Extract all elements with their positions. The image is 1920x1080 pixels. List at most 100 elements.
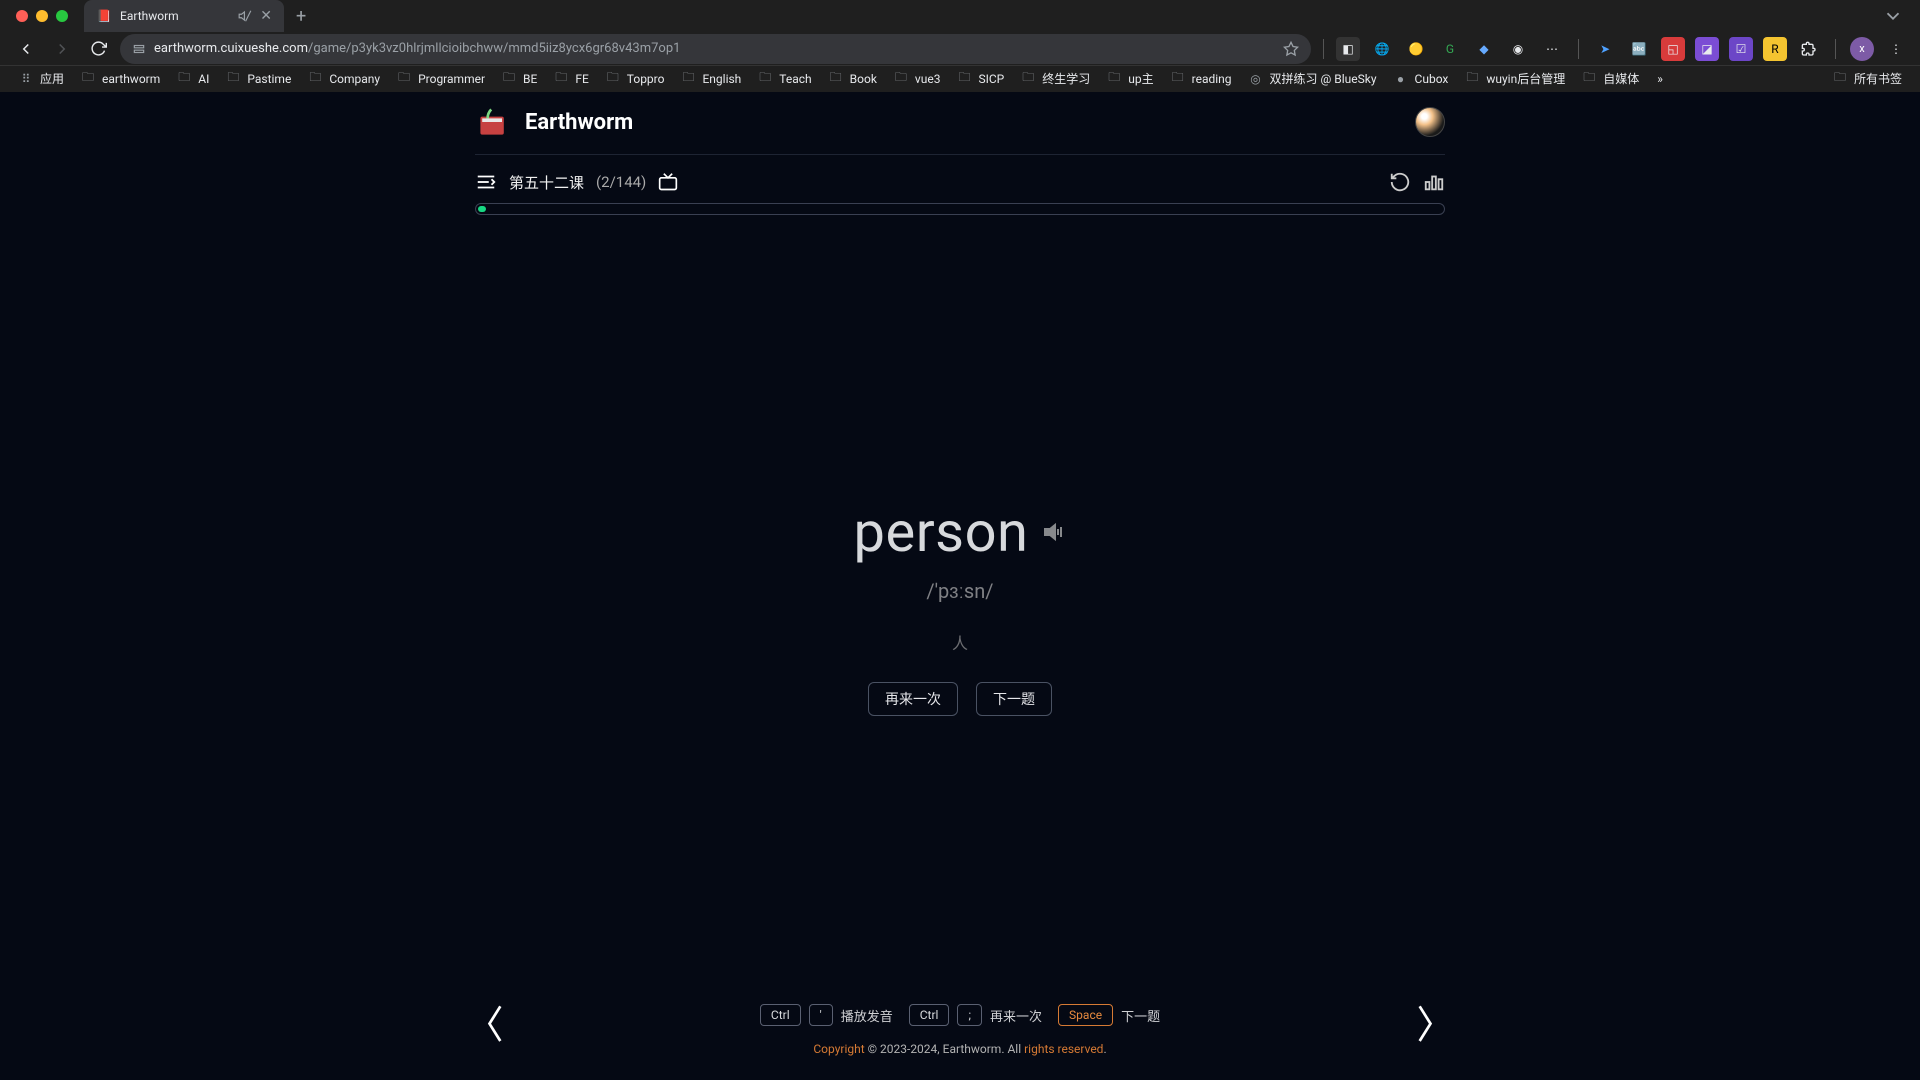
maximize-window-icon[interactable] [56, 10, 68, 22]
bookmark-item[interactable]: 🗀Book [822, 67, 883, 91]
bookmark-item[interactable]: 🗀FE [547, 67, 594, 91]
bookmark-item[interactable]: ◎双拼练习 @ BlueSky [1242, 66, 1383, 91]
ext-icon[interactable]: ☑ [1729, 37, 1753, 61]
footer: Copyright © 2023-2024, Earthworm. All ri… [475, 1042, 1445, 1070]
bookmark-item[interactable]: 🗀Company [301, 67, 386, 91]
ext-icon[interactable]: 🌐 [1370, 37, 1394, 61]
lesson-title: 第五十二课 [509, 172, 584, 193]
bookmark-item[interactable]: 🗀reading [1164, 67, 1238, 91]
tab-favicon-icon: 📕 [96, 8, 112, 24]
close-window-icon[interactable] [16, 10, 28, 22]
url-text: earthworm.cuixueshe.com/game/p3yk3vz0hlr… [154, 41, 680, 56]
reset-icon[interactable] [1389, 171, 1411, 193]
ext-icon[interactable]: 🟡 [1404, 37, 1428, 61]
app-header: Earthworm [475, 92, 1445, 155]
stats-icon[interactable] [1423, 171, 1445, 193]
site-settings-icon[interactable] [132, 42, 146, 56]
tab-title: Earthworm [120, 9, 230, 23]
shortcut-label: 下一题 [1121, 1006, 1160, 1025]
ext-icon[interactable]: ◧ [1336, 37, 1360, 61]
reload-button[interactable] [84, 35, 112, 63]
brand-logo-icon [475, 104, 511, 140]
forward-button[interactable] [48, 35, 76, 63]
shortcuts-bar: Ctrl ' 播放发音 Ctrl ; 再来一次 Space 下一题 [475, 996, 1445, 1042]
menu-toggle-icon[interactable] [475, 171, 497, 193]
bookmark-item[interactable]: 🗀Teach [751, 67, 817, 91]
bookmark-item[interactable]: ●Cubox [1387, 67, 1455, 91]
back-button[interactable] [12, 35, 40, 63]
footer-mid: © 2023-2024, Earthworm. All [865, 1042, 1024, 1056]
new-tab-button[interactable]: + [296, 6, 306, 27]
ext-icon[interactable]: ◆ [1472, 37, 1496, 61]
app-root: Earthworm 第五十二课 (2/144) [0, 92, 1920, 1080]
extensions-area: ◧ 🌐 🟡 G ◆ ◉ ⋯ ➤ 🔤 ◱ ◪ ☑ R x ⋮ [1336, 37, 1908, 61]
ext-icon[interactable]: ◱ [1661, 37, 1685, 61]
next-arrow-icon[interactable] [1411, 1002, 1437, 1044]
bookmark-item[interactable]: 🗀BE [495, 67, 543, 91]
bookmark-item[interactable]: 🗀wuyin后台管理 [1458, 66, 1571, 91]
key-ctrl: Ctrl [760, 1004, 801, 1026]
bookmark-item[interactable]: 🗀SICP [950, 67, 1010, 91]
extensions-puzzle-icon[interactable] [1797, 37, 1821, 61]
bookmark-item[interactable]: 🗀vue3 [887, 67, 947, 91]
bookmark-item[interactable]: 🗀up主 [1100, 66, 1159, 91]
minimize-window-icon[interactable] [36, 10, 48, 22]
prev-arrow-icon[interactable] [483, 1002, 509, 1044]
tab-close-icon[interactable]: ✕ [260, 8, 272, 24]
phonetic-text: /'pɜːsn/ [926, 579, 993, 604]
ext-icon[interactable]: ⋯ [1540, 37, 1564, 61]
word-card: person /'pɜːsn/ 人 再来一次 下一题 [475, 219, 1445, 996]
bookmark-item[interactable]: 🗀终生学习 [1014, 66, 1096, 91]
key-quote: ' [809, 1004, 833, 1026]
chevron-down-icon[interactable] [1882, 5, 1904, 27]
footer-dot: . [1103, 1042, 1106, 1056]
bookmark-item[interactable]: 🗀earthworm [74, 67, 166, 91]
lesson-progress-text: (2/144) [596, 173, 646, 191]
speaker-icon[interactable] [1042, 520, 1066, 544]
video-icon[interactable] [658, 172, 678, 192]
tab-mute-icon[interactable] [238, 9, 252, 23]
lesson-bar: 第五十二课 (2/144) [475, 155, 1445, 203]
progress-bar [475, 203, 1445, 215]
browser-tab[interactable]: 📕 Earthworm ✕ [84, 0, 284, 32]
footer-rights-link[interactable]: rights reserved [1024, 1042, 1103, 1056]
ext-icon[interactable]: ➤ [1593, 37, 1617, 61]
translation-text: 人 [952, 630, 968, 654]
key-semicolon: ; [957, 1004, 982, 1026]
ext-icon[interactable]: R [1763, 37, 1787, 61]
bookmark-item[interactable]: 🗀Pastime [219, 67, 297, 91]
shortcut-play: Ctrl ' 播放发音 [760, 1004, 893, 1026]
key-space: Space [1058, 1004, 1113, 1026]
again-button[interactable]: 再来一次 [868, 682, 958, 716]
ext-icon[interactable]: G [1438, 37, 1462, 61]
bookmark-bar: ⠿应用 🗀earthworm 🗀AI 🗀Pastime 🗀Company 🗀Pr… [0, 65, 1920, 92]
tab-bar: 📕 Earthworm ✕ + [0, 0, 1920, 32]
brand[interactable]: Earthworm [475, 104, 633, 140]
word-text: person [854, 499, 1029, 565]
bottom-nav: Ctrl ' 播放发音 Ctrl ; 再来一次 Space 下一题 Copyri… [475, 996, 1445, 1080]
profile-avatar[interactable]: x [1850, 37, 1874, 61]
bookmark-item[interactable]: 🗀自媒体 [1575, 66, 1645, 91]
address-bar: earthworm.cuixueshe.com/game/p3yk3vz0hlr… [0, 32, 1920, 64]
bookmarks-overflow-icon[interactable]: » [1657, 72, 1663, 86]
shortcut-label: 再来一次 [990, 1006, 1042, 1025]
bookmark-star-icon[interactable] [1283, 41, 1299, 57]
browser-chrome: 📕 Earthworm ✕ + earthworm.cuixue [0, 0, 1920, 92]
ext-icon[interactable]: 🔤 [1627, 37, 1651, 61]
shortcut-next: Space 下一题 [1058, 1004, 1160, 1026]
next-button[interactable]: 下一题 [976, 682, 1052, 716]
user-avatar[interactable] [1415, 107, 1445, 137]
shortcut-label: 播放发音 [841, 1006, 893, 1025]
bookmark-item[interactable]: 🗀AI [170, 67, 215, 91]
menu-dots-icon[interactable]: ⋮ [1884, 37, 1908, 61]
bookmark-item[interactable]: 🗀Programmer [390, 67, 491, 91]
apps-grid-icon[interactable]: ⠿应用 [12, 66, 70, 91]
footer-copyright: Copyright [813, 1042, 864, 1056]
url-field[interactable]: earthworm.cuixueshe.com/game/p3yk3vz0hlr… [120, 34, 1311, 64]
bookmark-item[interactable]: 🗀Toppro [599, 67, 671, 91]
ext-icon[interactable]: ◉ [1506, 37, 1530, 61]
ext-icon[interactable]: ◪ [1695, 37, 1719, 61]
bookmark-item[interactable]: 🗀English [674, 67, 747, 91]
all-bookmarks[interactable]: 🗀所有书签 [1826, 66, 1908, 91]
window-controls [16, 10, 68, 22]
